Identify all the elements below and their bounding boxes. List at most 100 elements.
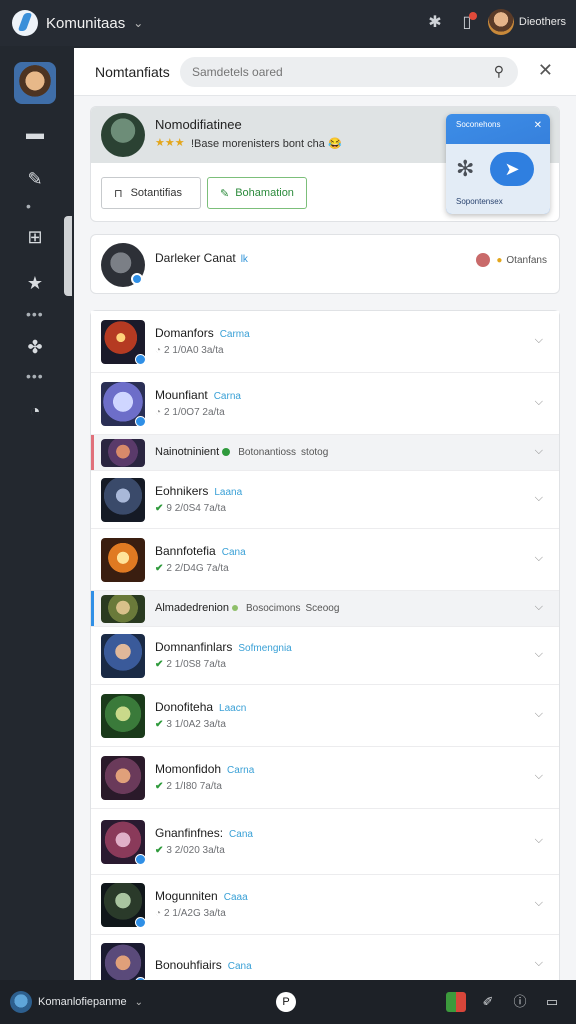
item-title: Domanfors Carma bbox=[155, 326, 250, 340]
list-item[interactable]: Bannfotefia Cana ✔ 2 2/D4G 7a/ta ⌵ bbox=[91, 529, 559, 591]
section-row[interactable]: Nainotninient Botonantioss stotog ⌵ bbox=[91, 435, 559, 471]
popup-body: ✻ ➤ Sopontensex bbox=[446, 144, 550, 214]
chevron-down-icon[interactable]: ⌄ bbox=[135, 997, 143, 1008]
chevron-down-icon[interactable]: ⌵ bbox=[535, 445, 543, 458]
more-dots-icon[interactable]: ••• bbox=[26, 368, 44, 384]
item-title: Momonfidoh Carna bbox=[155, 762, 254, 776]
channel-meta: ● Otanfans bbox=[476, 253, 547, 267]
user-avatar[interactable] bbox=[487, 9, 514, 35]
edit-icon: ✎ bbox=[220, 187, 230, 200]
list-item[interactable]: Mogunniten Caaa ◔ 2 1/A2G 3a/ta ⌵ bbox=[91, 875, 559, 935]
secondary-button[interactable]: ⊓ Sotantifias bbox=[101, 177, 201, 209]
more-dots-icon[interactable]: ••• bbox=[26, 306, 44, 322]
bottom-user-name[interactable]: Komanlofiepanme bbox=[38, 996, 127, 1008]
verified-badge-icon bbox=[135, 416, 146, 427]
item-title-text: Eohnikers bbox=[155, 484, 209, 498]
bottom-avatar[interactable] bbox=[10, 991, 32, 1013]
item-thumbnail[interactable] bbox=[101, 943, 145, 980]
item-thumbnail[interactable] bbox=[101, 756, 145, 800]
check-icon: ✔ bbox=[155, 781, 164, 792]
chevron-down-icon[interactable]: ⌵ bbox=[535, 334, 543, 347]
item-thumbnail[interactable] bbox=[101, 538, 145, 582]
item-tag: Carma bbox=[219, 329, 250, 340]
puzzle-icon[interactable]: ✤ bbox=[22, 334, 48, 360]
verified-badge-icon bbox=[135, 917, 146, 928]
center-action-button[interactable]: P bbox=[276, 992, 296, 1012]
primary-button[interactable]: ✎ Bohamation bbox=[207, 177, 307, 209]
chevron-down-icon[interactable]: ⌵ bbox=[535, 648, 543, 661]
chat-icon[interactable]: ▭ bbox=[542, 992, 562, 1012]
section-title: Nainotninient Botonantioss stotog bbox=[155, 446, 328, 458]
chevron-down-icon[interactable]: ⌵ bbox=[535, 552, 543, 565]
chevron-down-icon[interactable]: ⌵ bbox=[535, 957, 543, 970]
search-box[interactable]: ⚲ bbox=[180, 57, 518, 87]
close-icon[interactable]: ✕ bbox=[538, 60, 553, 81]
section-row[interactable]: Almadedrenion Bosocimons Sceoog ⌵ bbox=[91, 591, 559, 627]
brush-icon[interactable]: ✐ bbox=[478, 992, 498, 1012]
user-name[interactable]: Dieothers bbox=[519, 16, 566, 28]
info-icon[interactable]: ⓘ bbox=[510, 992, 530, 1012]
list-item[interactable]: Mounfiant Carna ◔ 2 1/0O7 2a/ta ⌵ bbox=[91, 373, 559, 435]
chevron-down-icon[interactable]: ⌵ bbox=[535, 897, 543, 910]
chevron-down-icon[interactable]: ⌵ bbox=[535, 834, 543, 847]
list-item[interactable]: Momonfidoh Carna ✔ 2 1/I80 7a/ta ⌵ bbox=[91, 747, 559, 809]
featured-description: !Base morenisters bont cha 😂 bbox=[191, 138, 342, 150]
item-subtitle-text: 9 2/0S4 7a/ta bbox=[166, 503, 226, 514]
settings-gear-icon[interactable]: ✱ bbox=[424, 11, 446, 33]
item-thumbnail[interactable] bbox=[101, 595, 145, 623]
item-title-text: Domanfors bbox=[155, 326, 214, 340]
timer-icon[interactable]: ◔ bbox=[22, 398, 48, 424]
star-icon[interactable]: ★ bbox=[22, 270, 48, 296]
list-item[interactable]: Gnanfinfnes: Cana ✔ 3 2/020 3a/ta ⌵ bbox=[91, 809, 559, 875]
item-title: Mounfiant Carna bbox=[155, 388, 241, 402]
list-item[interactable]: Domanfors Carma ◔ 2 1/0A0 3a/ta ⌵ bbox=[91, 311, 559, 373]
item-title: Gnanfinfnes: Cana bbox=[155, 826, 253, 840]
sidebar-resize-handle[interactable] bbox=[64, 216, 72, 296]
folder-icon[interactable]: ▬ bbox=[22, 120, 48, 146]
tag-icon[interactable]: ✎ bbox=[22, 166, 48, 192]
clock-icon: ◔ bbox=[155, 407, 162, 418]
notification-icon[interactable]: ▯ bbox=[456, 11, 478, 33]
list-item[interactable]: Eohnikers Laana ✔ 9 2/0S4 7a/ta ⌵ bbox=[91, 471, 559, 529]
section-accent bbox=[91, 591, 94, 626]
section-title: Almadedrenion Bosocimons Sceoog bbox=[155, 602, 339, 614]
list-item[interactable]: Bonouhfiairs Cana ⌵ bbox=[91, 935, 559, 980]
section-info: Botonantioss bbox=[238, 447, 297, 458]
app-logo-icon[interactable] bbox=[12, 10, 38, 36]
popup-close-icon[interactable]: ✕ bbox=[534, 120, 542, 131]
featured-avatar[interactable] bbox=[101, 113, 145, 157]
item-tag: Laana bbox=[214, 487, 243, 498]
search-icon[interactable]: ⚲ bbox=[494, 63, 504, 80]
gear-icon: ✻ bbox=[456, 156, 475, 181]
item-thumbnail[interactable] bbox=[101, 439, 145, 467]
grid-icon[interactable]: ⊞ bbox=[22, 224, 48, 250]
item-title: Domnanfinlars Sofmengnia bbox=[155, 640, 292, 654]
chevron-down-icon[interactable]: ⌵ bbox=[535, 396, 543, 409]
item-subtitle-text: 3 1/0A2 3a/ta bbox=[166, 719, 226, 730]
section-title-text: Almadedrenion bbox=[155, 602, 229, 614]
list-item[interactable]: Domnanfinlars Sofmengnia ✔ 2 1/0S8 7a/ta ⌵ bbox=[91, 627, 559, 685]
check-icon: ✔ bbox=[155, 563, 164, 574]
search-input[interactable] bbox=[192, 65, 482, 79]
item-thumbnail[interactable] bbox=[101, 694, 145, 738]
chevron-down-icon[interactable]: ⌵ bbox=[535, 601, 543, 614]
chevron-down-icon[interactable]: ⌄ bbox=[133, 16, 143, 30]
popup-card[interactable]: Soconehons ✕ ✻ ➤ Sopontensex bbox=[446, 114, 550, 214]
section-extra: Sceoog bbox=[305, 603, 340, 614]
star-icon: ● bbox=[496, 254, 503, 266]
channel-card[interactable]: Darleker Canat lk ● Otanfans bbox=[90, 234, 560, 294]
verified-badge-icon bbox=[135, 354, 146, 365]
item-thumbnail[interactable] bbox=[101, 634, 145, 678]
item-subtitle-text: 2 1/0A0 3a/ta bbox=[164, 345, 224, 356]
list-item[interactable]: Donofiteha Laacn ✔ 3 1/0A2 3a/ta ⌵ bbox=[91, 685, 559, 747]
chevron-down-icon[interactable]: ⌵ bbox=[535, 492, 543, 505]
item-tag: Cana bbox=[229, 829, 253, 840]
sidebar-profile-avatar[interactable] bbox=[14, 62, 56, 104]
chevron-down-icon[interactable]: ⌵ bbox=[535, 770, 543, 783]
clock-icon: ◔ bbox=[155, 345, 162, 356]
rating-stars: ★★★ bbox=[155, 137, 185, 149]
chevron-down-icon[interactable]: ⌵ bbox=[535, 708, 543, 721]
item-thumbnail[interactable] bbox=[101, 478, 145, 522]
flag-icon[interactable] bbox=[446, 992, 466, 1012]
clock-icon: ◔ bbox=[155, 908, 162, 919]
